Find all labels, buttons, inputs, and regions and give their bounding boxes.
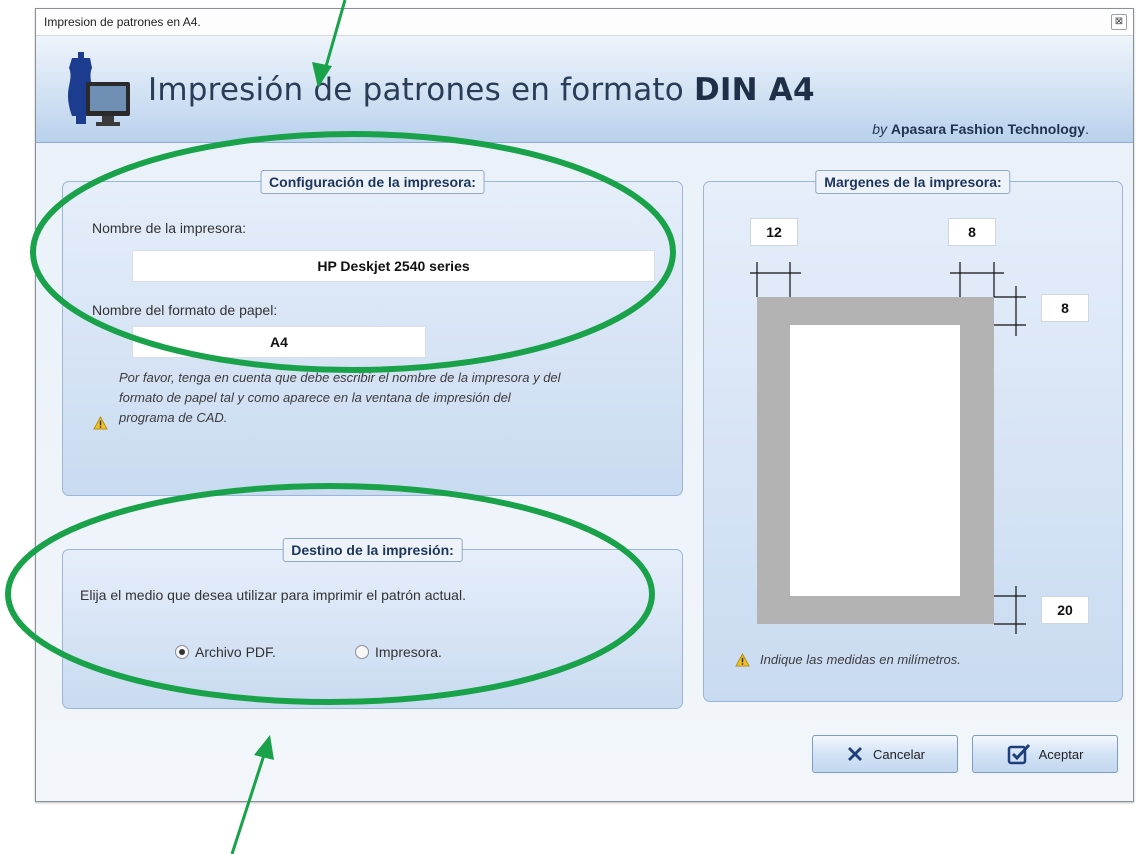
byline-period: .: [1085, 121, 1089, 137]
warning-icon: [93, 416, 108, 430]
byline-by: by: [872, 121, 887, 137]
radio-pdf-indicator[interactable]: [175, 645, 189, 659]
left-margin-field[interactable]: 12: [750, 218, 798, 246]
printer-note-line: formato de papel tal y como aparece en l…: [119, 390, 511, 405]
print-dialog-window: Impresion de patrones en A4. ⊠ Impresión…: [35, 8, 1134, 802]
right-margin-field[interactable]: 8: [948, 218, 996, 246]
byline-company: Apasara Fashion Technology: [890, 121, 1086, 137]
radio-pdf[interactable]: Archivo PDF.: [175, 644, 276, 660]
close-icon[interactable]: ⊠: [1111, 14, 1127, 30]
accept-label: Aceptar: [1038, 746, 1084, 762]
printer-config-group: Configuración de la impresora: Nombre de…: [62, 170, 683, 496]
warning-icon: [735, 653, 750, 667]
printer-note: Por favor, tenga en cuenta que debe escr…: [119, 368, 561, 428]
destination-group: Destino de la impresión: Elija el medio …: [62, 538, 683, 709]
x-icon: [847, 747, 862, 761]
cancel-button[interactable]: Cancelar: [812, 735, 958, 773]
printer-note-line: Por favor, tenga en cuenta que debe escr…: [119, 370, 561, 385]
radio-pdf-label: Archivo PDF.: [195, 644, 276, 660]
destination-instruction: Elija el medio que desea utilizar para i…: [80, 587, 466, 603]
paper-format-field[interactable]: A4: [132, 326, 426, 358]
printer-note-line: programa de CAD.: [119, 410, 228, 425]
printer-name-field[interactable]: HP Deskjet 2540 series: [132, 250, 655, 282]
bottom-margin-field[interactable]: 20: [1041, 596, 1089, 624]
destination-legend: Destino de la impresión:: [282, 538, 463, 562]
printer-config-legend: Configuración de la impresora:: [260, 170, 485, 194]
window-title: Impresion de patrones en A4.: [44, 15, 201, 29]
paper-format-label: Nombre del formato de papel:: [92, 302, 278, 318]
cancel-label: Cancelar: [872, 746, 926, 762]
heading-format: DIN A4: [694, 72, 815, 108]
printable-area: [790, 325, 960, 596]
dialog-content: Configuración de la impresora: Nombre de…: [36, 143, 1133, 801]
radio-printer-label: Impresora.: [375, 644, 442, 660]
byline: by Apasara Fashion Technology.: [872, 121, 1089, 137]
top-margin-field[interactable]: 8: [1041, 294, 1089, 322]
printer-name-label: Nombre de la impresora:: [92, 220, 247, 236]
margins-note: Indique las medidas en milímetros.: [760, 652, 961, 667]
title-bar: Impresion de patrones en A4. ⊠: [36, 9, 1133, 36]
radio-printer-indicator[interactable]: [355, 645, 369, 659]
mannequin-monitor-icon: [68, 52, 130, 126]
margins-group: Margenes de la impresora: 12 8 8 20 Indi…: [703, 170, 1123, 702]
heading-text: Impresión de patrones en formato: [148, 72, 694, 108]
accept-button[interactable]: Aceptar: [972, 735, 1118, 773]
dialog-heading: Impresión de patrones en formato DIN A4: [148, 72, 815, 108]
radio-printer[interactable]: Impresora.: [355, 644, 442, 660]
checkbox-icon: [1007, 743, 1030, 765]
